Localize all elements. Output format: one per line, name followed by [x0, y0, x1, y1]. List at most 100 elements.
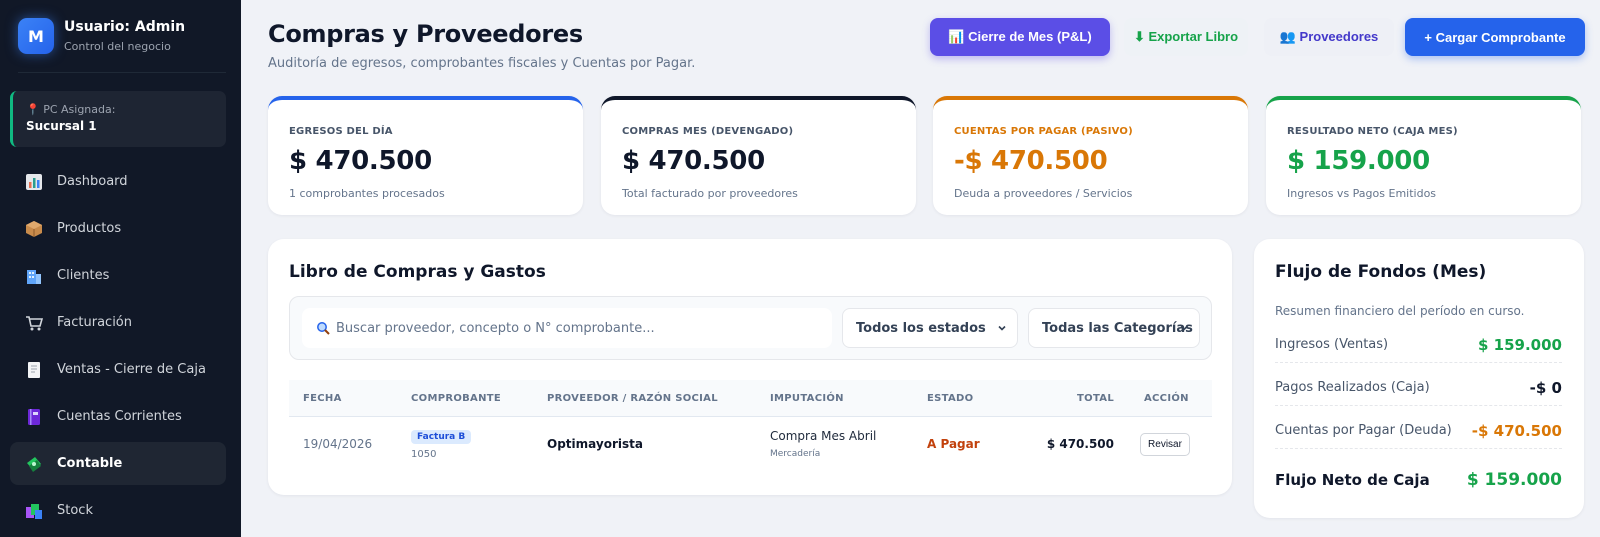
stat-card-net-result: RESULTADO NETO (CAJA MES) $ 159.000 Ingr…	[1266, 96, 1581, 215]
column-header: COMPROBANTE	[411, 393, 502, 404]
table-row: 19/04/2026 Factura B 1050 Optimayorista …	[289, 417, 1212, 473]
box-icon	[25, 220, 43, 238]
cell-supplier: Optimayorista	[547, 437, 643, 451]
sidebar-item-facturacion[interactable]: Facturación	[10, 301, 226, 344]
card-value: -$ 470.500	[954, 146, 1108, 176]
page-title: Compras y Proveedores	[268, 20, 583, 48]
stat-card-daily-expenses: EGRESOS DEL DÍA $ 470.500 1 comprobantes…	[268, 96, 583, 215]
column-header: FECHA	[303, 393, 342, 404]
sidebar-divider	[18, 72, 226, 73]
purchase-book-panel: Libro de Compras y Gastos Todos los esta…	[268, 239, 1232, 495]
flow-value: -$ 470.500	[1471, 421, 1562, 440]
flow-row-payments: Pagos Realizados (Caja) -$ 0	[1275, 370, 1562, 406]
sidebar-item-clientes[interactable]: Clientes	[10, 254, 226, 297]
flow-row-income: Ingresos (Ventas) $ 159.000	[1275, 327, 1562, 363]
month-close-pl-button[interactable]: 📊 Cierre de Mes (P&L)	[930, 18, 1110, 56]
chevron-down-icon	[1180, 325, 1188, 331]
export-book-button[interactable]: ⬇ Exportar Libro	[1124, 18, 1248, 56]
flow-net-value: $ 159.000	[1466, 470, 1562, 490]
flow-value: -$ 0	[1529, 378, 1562, 397]
sidebar-item-label: Clientes	[57, 268, 110, 283]
stock-icon	[25, 502, 43, 520]
sidebar-item-ventas[interactable]: Ventas - Cierre de Caja	[10, 348, 226, 391]
sidebar-item-dashboard[interactable]: Dashboard	[10, 160, 226, 203]
cart-icon	[25, 314, 44, 332]
sidebar-item-cuentas[interactable]: Cuentas Corrientes	[10, 395, 226, 438]
card-value: $ 470.500	[622, 146, 765, 176]
card-subtitle: Deuda a proveedores / Servicios	[954, 187, 1133, 200]
review-button[interactable]: Revisar	[1140, 433, 1190, 456]
sidebar-nav: Dashboard Productos Clientes Facturación…	[10, 160, 226, 536]
category-filter-value: Todas las Categorías	[1042, 320, 1193, 336]
filters-bar: Todos los estados Todas las Categorías	[289, 296, 1212, 360]
card-label: CUENTAS POR PAGAR (PASIVO)	[954, 126, 1133, 137]
stat-card-accounts-payable: CUENTAS POR PAGAR (PASIVO) -$ 470.500 De…	[933, 96, 1248, 215]
pc-value: Sucursal 1	[26, 119, 97, 133]
sidebar-item-label: Dashboard	[57, 174, 128, 189]
pc-label: 📍 PC Asignada:	[26, 103, 116, 116]
funds-flow-panel: Flujo de Fondos (Mes) Resumen financiero…	[1254, 239, 1584, 518]
flow-subtitle: Resumen financiero del período en curso.	[1275, 304, 1525, 318]
bar-chart-icon	[25, 173, 43, 191]
card-subtitle: Ingresos vs Pagos Emitidos	[1287, 187, 1437, 200]
cell-voucher-number: 1050	[411, 449, 437, 460]
cell-category: Mercadería	[770, 449, 821, 459]
card-label: COMPRAS MES (DEVENGADO)	[622, 126, 794, 137]
sidebar-item-label: Ventas - Cierre de Caja	[57, 362, 206, 377]
flow-row-net: Flujo Neto de Caja $ 159.000	[1275, 465, 1562, 495]
sidebar-item-label: Cuentas Corrientes	[57, 409, 182, 424]
column-header: PROVEEDOR / RAZÓN SOCIAL	[547, 393, 718, 404]
sidebar-item-contable[interactable]: Contable	[10, 442, 226, 485]
sidebar-item-label: Productos	[57, 221, 122, 236]
chevron-down-icon	[998, 325, 1006, 331]
notebook-icon	[25, 408, 43, 426]
flow-net-label: Flujo Neto de Caja	[1275, 471, 1430, 489]
search-input[interactable]	[336, 320, 816, 336]
sidebar: M Usuario: Admin Control del negocio 📍 P…	[0, 0, 241, 537]
sidebar-item-stock[interactable]: Stock	[10, 489, 226, 532]
card-subtitle: Total facturado por proveedores	[622, 187, 798, 200]
sidebar-item-productos[interactable]: Productos	[10, 207, 226, 250]
cell-date: 19/04/2026	[303, 437, 373, 451]
card-subtitle: 1 comprobantes procesados	[289, 187, 445, 200]
sidebar-item-label: Facturación	[57, 315, 132, 330]
user-subtitle: Control del negocio	[64, 40, 171, 53]
flow-value: $ 159.000	[1478, 335, 1562, 354]
card-label: RESULTADO NETO (CAJA MES)	[1287, 126, 1458, 137]
flow-row-payables: Cuentas por Pagar (Deuda) -$ 470.500	[1275, 413, 1562, 449]
avatar[interactable]: M	[18, 18, 54, 54]
voucher-type-badge: Factura B	[411, 430, 472, 444]
flow-title: Flujo de Fondos (Mes)	[1275, 262, 1487, 282]
status-filter-value: Todos los estados	[856, 320, 986, 336]
load-voucher-button[interactable]: + Cargar Comprobante	[1405, 18, 1585, 56]
stat-card-monthly-purchases: COMPRAS MES (DEVENGADO) $ 470.500 Total …	[601, 96, 916, 215]
column-header: IMPUTACIÓN	[770, 393, 844, 404]
flow-label: Cuentas por Pagar (Deuda)	[1275, 423, 1452, 438]
column-header: ACCIÓN	[1144, 393, 1189, 404]
cell-total: $ 470.500	[1046, 437, 1114, 451]
flow-label: Ingresos (Ventas)	[1275, 337, 1389, 352]
receipt-icon	[25, 361, 43, 379]
book-title: Libro de Compras y Gastos	[289, 262, 546, 282]
user-block: M Usuario: Admin Control del negocio	[18, 18, 185, 54]
column-header: TOTAL	[1077, 393, 1114, 404]
status-filter-select[interactable]: Todos los estados	[842, 308, 1018, 348]
sidebar-item-label: Stock	[57, 503, 93, 518]
card-value: $ 470.500	[289, 146, 432, 176]
building-icon	[25, 267, 43, 285]
column-header: ESTADO	[927, 393, 974, 404]
user-name: Usuario: Admin	[64, 19, 186, 35]
category-filter-select[interactable]: Todas las Categorías	[1028, 308, 1200, 348]
card-value: $ 159.000	[1287, 146, 1430, 176]
search-icon	[317, 322, 330, 335]
suppliers-button[interactable]: 👥 Proveedores	[1264, 18, 1394, 56]
money-icon	[25, 455, 43, 473]
page-subtitle: Auditoría de egresos, comprobantes fisca…	[268, 56, 696, 71]
table-header: FECHA COMPROBANTE PROVEEDOR / RAZÓN SOCI…	[289, 380, 1212, 417]
card-label: EGRESOS DEL DÍA	[289, 126, 393, 137]
cell-status: A Pagar	[927, 437, 980, 451]
sidebar-item-label: Contable	[57, 456, 123, 471]
assigned-pc-box: 📍 PC Asignada: Sucursal 1	[10, 91, 226, 147]
search-box[interactable]	[302, 308, 832, 348]
flow-label: Pagos Realizados (Caja)	[1275, 380, 1430, 395]
